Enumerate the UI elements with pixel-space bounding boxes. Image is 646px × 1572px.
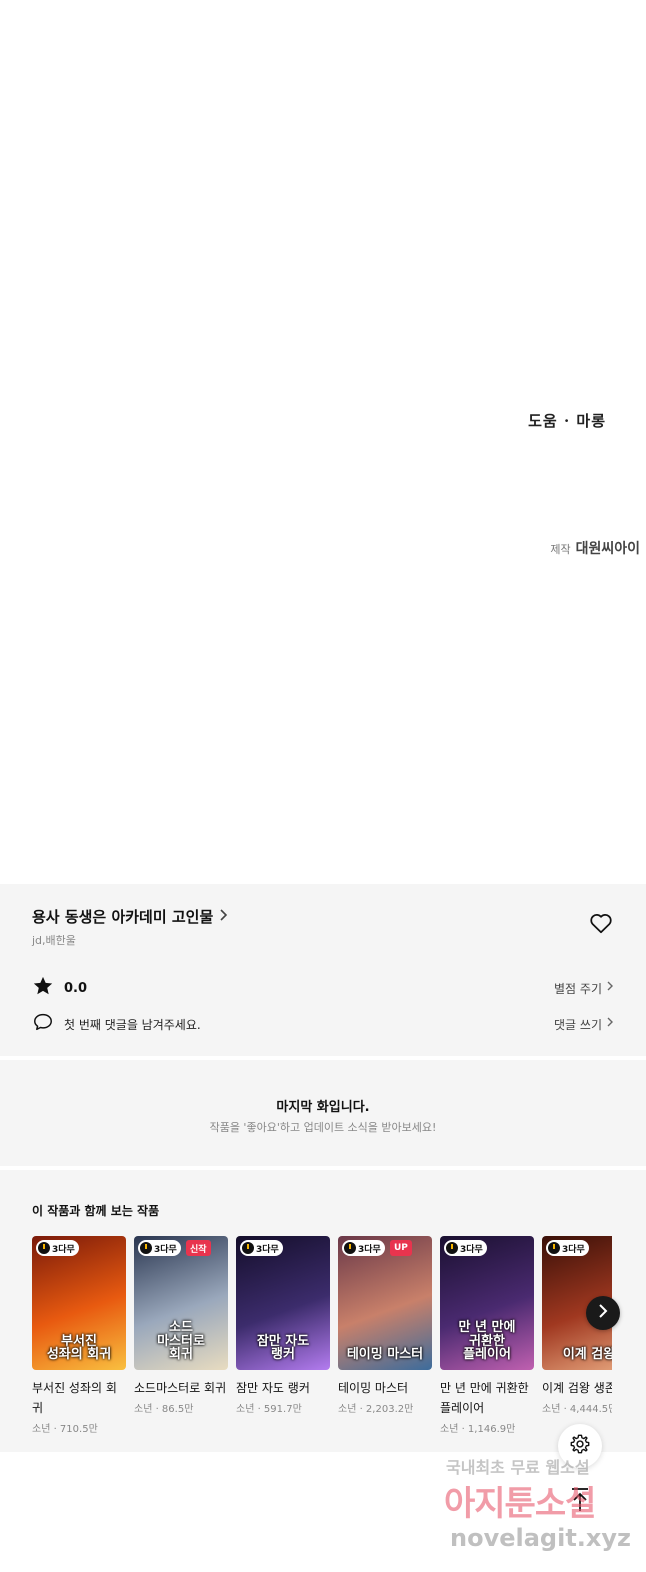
comment-row: 첫 번째 댓글을 남겨주세요. 댓글 쓰기	[32, 1012, 614, 1036]
recommendations-heading: 이 작품과 함께 보는 작품	[32, 1204, 160, 1218]
card-meta: 소년 · 86.5만	[134, 1404, 194, 1415]
chevron-right-icon	[219, 907, 229, 926]
free-badge-label: 3다무	[460, 1244, 483, 1255]
chevron-right-icon	[606, 980, 614, 996]
status-badge: UP	[390, 1240, 412, 1256]
site-watermark: 국내최초 무료 웹소설 아지툰소설 novelagit.xyz	[444, 1452, 640, 1568]
clock-icon	[446, 1242, 458, 1254]
assist-credit: 도움 · 마롱	[528, 412, 606, 430]
last-episode-title: 마지막 화입니다.	[276, 1100, 370, 1115]
clock-icon	[242, 1242, 254, 1254]
cover-thumbnail: 3다무 신작소드 마스터로 회귀	[134, 1236, 228, 1370]
watermark-line3: novelagit.xyz	[450, 1524, 632, 1552]
cover-thumbnail: 3다무 UP 테이밍 마스터	[338, 1236, 432, 1370]
series-info-card: 용사 동생은 아카데미 고인물 jd,배한울 0.0 별점 주기 첫 번째 댓글…	[0, 884, 646, 1056]
free-badge: 3다무	[546, 1240, 589, 1256]
card-title: 만 년 만에 귀환한 플레이어	[440, 1381, 529, 1415]
cover-thumbnail: 3다무잠만 자도 랭커	[236, 1236, 330, 1370]
cover-title-art: 소드 마스터로 회귀	[157, 1320, 205, 1363]
rate-button-label: 별점 주기	[554, 981, 602, 996]
card-title: 소드마스터로 회귀	[134, 1381, 227, 1395]
recommendation-card[interactable]: 3다무 신작소드 마스터로 회귀소드마스터로 회귀소년 · 86.5만	[134, 1236, 228, 1415]
series-title: 용사 동생은 아카데미 고인물	[32, 908, 214, 926]
cover-title-art: 부서진 성좌의 회귀	[46, 1333, 112, 1363]
card-meta: 소년 · 1,146.9만	[440, 1424, 516, 1435]
clock-icon	[344, 1242, 356, 1254]
recommendations-carousel: 3다무 부서진 성좌의 회귀 부서진 성좌의 회귀 소년 · 710.5만 3다무 신작 소…	[32, 1236, 612, 1446]
card-title: 잠만 자도 랭커	[236, 1381, 310, 1395]
cover-title-art: 만 년 만에 귀환한 플레이어	[458, 1320, 516, 1363]
card-meta: 소년 · 2,203.2만	[338, 1404, 414, 1415]
star-icon	[32, 975, 54, 1001]
card-meta: 소년 · 591.7만	[236, 1404, 302, 1415]
card-title: 부서진 성좌의 회귀	[32, 1381, 117, 1415]
production-studio: 대원씨아이	[575, 541, 640, 557]
cover-thumbnail: 3다무부서진 성좌의 회귀	[32, 1236, 126, 1370]
free-badge: 3다무	[36, 1240, 79, 1256]
recommendation-card[interactable]: 3다무 잠만 자도 랭커 잠만 자도 랭커 소년 · 591.7만	[236, 1236, 330, 1415]
cover-title-art: 잠만 자도 랭커	[256, 1333, 310, 1363]
write-comment-button[interactable]: 댓글 쓰기	[554, 1016, 614, 1033]
card-title: 이계 검왕 생존기	[542, 1381, 612, 1395]
clock-icon	[38, 1242, 50, 1254]
arrow-up-icon	[569, 1487, 591, 1517]
gear-icon	[569, 1433, 591, 1459]
series-title-link[interactable]: 용사 동생은 아카데미 고인물	[32, 906, 229, 927]
production-credit: 제작 대원씨아이	[550, 538, 640, 558]
free-badge: 3다무	[342, 1240, 385, 1256]
write-comment-label: 댓글 쓰기	[554, 1017, 602, 1032]
settings-button[interactable]	[558, 1424, 602, 1468]
free-badge-label: 3다무	[562, 1244, 585, 1255]
heart-icon[interactable]	[588, 910, 614, 936]
card-meta: 소년 · 4,444.5만	[542, 1404, 612, 1415]
cover-title-art: 테이밍 마스터	[346, 1347, 424, 1363]
free-badge: 3다무	[240, 1240, 283, 1256]
chevron-right-icon	[597, 1303, 609, 1323]
cover-thumbnail: 3다무만 년 만에 귀환한 플레이어	[440, 1236, 534, 1370]
free-badge: 3다무	[444, 1240, 487, 1256]
free-badge-label: 3다무	[358, 1244, 381, 1255]
production-label: 제작	[550, 543, 571, 556]
scroll-to-top-button[interactable]	[558, 1480, 602, 1524]
episode-end-credits: 도움 · 마롱 제작 대원씨아이	[0, 0, 646, 884]
rating-row: 0.0 별점 주기	[32, 976, 614, 1000]
cover-title-art: 이계 검왕	[562, 1347, 612, 1363]
free-badge-label: 3다무	[154, 1244, 177, 1255]
card-meta: 소년 · 710.5만	[32, 1424, 98, 1435]
chevron-right-icon	[606, 1016, 614, 1032]
series-authors: jd,배한울	[32, 934, 76, 947]
free-badge-label: 3다무	[256, 1244, 279, 1255]
recommendation-card[interactable]: 3다무 UP 테이밍 마스터 테이밍 마스터 소년 · 2,203.2만	[338, 1236, 432, 1415]
card-title: 테이밍 마스터	[338, 1381, 409, 1395]
rating-value: 0.0	[64, 980, 88, 996]
clock-icon	[548, 1242, 560, 1254]
free-badge-label: 3다무	[52, 1244, 75, 1255]
free-badge: 3다무	[138, 1240, 181, 1256]
last-episode-notice: 마지막 화입니다. 작품을 '좋아요'하고 업데이트 소식을 받아보세요!	[0, 1060, 646, 1166]
recommendations-section: 이 작품과 함께 보는 작품 3다무 부서진 성좌의 회귀 부서진 성좌의 회귀 소년…	[0, 1170, 646, 1452]
recommendation-card[interactable]: 3다무 부서진 성좌의 회귀 부서진 성좌의 회귀 소년 · 710.5만	[32, 1236, 126, 1435]
rate-button[interactable]: 별점 주기	[554, 980, 614, 997]
status-badge: 신작	[186, 1240, 211, 1256]
clock-icon	[140, 1242, 152, 1254]
recommendation-card[interactable]: 3다무 만 년 만에 귀환한 플레이어 만 년 만에 귀환한 플레이어 소년 · 1,…	[440, 1236, 534, 1435]
comment-prompt: 첫 번째 댓글을 남겨주세요.	[64, 1017, 201, 1032]
comment-bubble-icon	[32, 1011, 54, 1037]
carousel-next-button[interactable]	[586, 1296, 620, 1330]
last-episode-subtitle: 작품을 '좋아요'하고 업데이트 소식을 받아보세요!	[209, 1121, 437, 1134]
